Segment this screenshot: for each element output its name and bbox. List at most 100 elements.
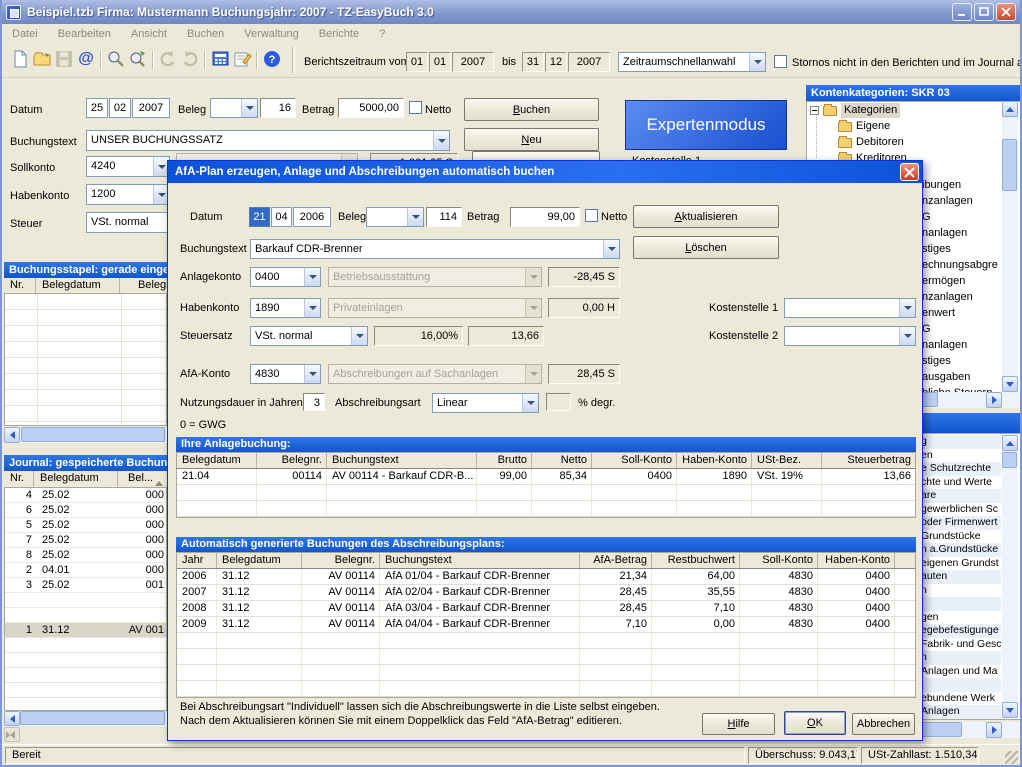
tree-item-eigene[interactable]: Eigene: [838, 119, 890, 134]
stapel-table-body[interactable]: [4, 294, 167, 426]
menu-item[interactable]: Ansicht: [121, 25, 177, 40]
scrollbar-thumb[interactable]: [1002, 139, 1017, 191]
dialog-netto-checkbox[interactable]: [585, 209, 598, 222]
chevron-down-icon[interactable]: [522, 394, 538, 412]
journal-row[interactable]: 725.02000: [5, 533, 166, 548]
scroll-right-icon[interactable]: [986, 722, 1002, 738]
search-settings-icon[interactable]: [128, 49, 148, 69]
tree-item-debitoren[interactable]: Debitoren: [838, 135, 904, 150]
calculator-icon[interactable]: [210, 49, 230, 69]
journal-row[interactable]: [5, 593, 166, 608]
column-belegdatum[interactable]: Belegdatum: [36, 278, 120, 293]
maximize-button[interactable]: [974, 3, 994, 21]
journal-row[interactable]: 425.02000: [5, 488, 166, 503]
afakonto-combo[interactable]: 4830: [250, 364, 321, 384]
period-to-day[interactable]: 31: [522, 52, 544, 72]
plan-row[interactable]: 200731.12AV 00114AfA 02/04 - Barkauf CDR…: [177, 585, 915, 601]
journal-row[interactable]: 825.02000: [5, 548, 166, 563]
column-nr[interactable]: Nr.: [4, 471, 34, 487]
netto-checkbox[interactable]: [409, 101, 422, 114]
datum-year[interactable]: 2007: [132, 98, 170, 118]
stornos-checkbox[interactable]: [774, 55, 787, 68]
period-from-month[interactable]: 01: [429, 52, 451, 72]
loeschen-button[interactable]: Löschen: [633, 236, 779, 259]
menu-item[interactable]: Verwaltung: [234, 25, 308, 40]
dialog-beleg-combo[interactable]: [366, 207, 424, 227]
menu-item[interactable]: ?: [369, 25, 395, 40]
expertenmodus-button[interactable]: Expertenmodus: [625, 100, 787, 150]
tree-collapse-icon[interactable]: [810, 106, 819, 115]
dialog-buchungstext-combo[interactable]: Barkauf CDR-Brenner: [250, 239, 620, 259]
period-to-year[interactable]: 2007: [568, 52, 610, 72]
menu-item[interactable]: Bearbeiten: [48, 25, 121, 40]
chevron-down-icon[interactable]: [351, 327, 367, 345]
scroll-up-icon[interactable]: [1002, 435, 1018, 451]
chevron-down-icon[interactable]: [304, 365, 320, 383]
chevron-down-icon[interactable]: [407, 208, 423, 226]
chevron-down-icon[interactable]: [603, 240, 619, 258]
chevron-down-icon[interactable]: [304, 299, 320, 317]
kostenstelle2-combo[interactable]: [784, 326, 916, 346]
betrag-field[interactable]: 5000,00: [338, 98, 404, 118]
plan-row[interactable]: 200831.12AV 00114AfA 03/04 - Barkauf CDR…: [177, 601, 915, 617]
journal-row[interactable]: [5, 608, 166, 623]
scroll-down-icon[interactable]: [1002, 376, 1018, 392]
plan-row[interactable]: 200931.12AV 00114AfA 04/04 - Barkauf CDR…: [177, 617, 915, 633]
konten2-vscrollbar[interactable]: [1002, 435, 1018, 718]
journal-row[interactable]: 204.01000: [5, 563, 166, 578]
plan-row[interactable]: 200631.12AV 00114AfA 01/04 - Barkauf CDR…: [177, 569, 915, 585]
chevron-down-icon[interactable]: [899, 299, 915, 317]
neu-button[interactable]: Neu: [464, 128, 599, 151]
konten-vscrollbar[interactable]: [1002, 101, 1018, 392]
journal-row[interactable]: 525.02000: [5, 518, 166, 533]
tree-item-kategorien[interactable]: Kategorien: [810, 103, 900, 118]
steuersatz-combo[interactable]: VSt. normal: [250, 326, 368, 346]
period-from-year[interactable]: 2007: [452, 52, 494, 72]
beleg-nr-field[interactable]: 16: [260, 98, 296, 118]
column-belegnr[interactable]: Belegnr.: [120, 278, 167, 293]
edit-note-icon[interactable]: [232, 49, 252, 69]
habenkonto-combo[interactable]: 1200: [86, 184, 170, 205]
chevron-down-icon[interactable]: [304, 268, 320, 286]
column-nr[interactable]: Nr.: [4, 278, 36, 293]
chevron-down-icon[interactable]: [241, 99, 257, 117]
search-icon[interactable]: [106, 49, 126, 69]
scroll-right-icon[interactable]: [986, 392, 1002, 408]
ok-button[interactable]: OK: [784, 711, 846, 735]
period-to-month[interactable]: 12: [545, 52, 567, 72]
quick-select-combo[interactable]: Zeitraumschnellanwahl: [618, 52, 766, 72]
dialog-datum-year[interactable]: 2006: [293, 207, 331, 227]
anlage-row[interactable]: 21.04 00114 AV 00114 - Barkauf CDR-B... …: [177, 469, 915, 485]
scrollbar-thumb[interactable]: [21, 427, 165, 442]
minimize-button[interactable]: [952, 3, 972, 21]
chevron-down-icon[interactable]: [749, 53, 765, 71]
menu-item[interactable]: Buchen: [177, 25, 234, 40]
scroll-down-icon[interactable]: [1002, 702, 1018, 718]
menu-item[interactable]: Datei: [2, 25, 48, 40]
scroll-up-icon[interactable]: [1002, 101, 1018, 117]
scrollbar-thumb[interactable]: [20, 711, 165, 725]
scrollbar-thumb[interactable]: [1002, 452, 1017, 468]
abbrechen-button[interactable]: Abbrechen: [852, 713, 915, 735]
help-icon[interactable]: ?: [262, 49, 282, 69]
dialog-beleg-nr[interactable]: 114: [426, 207, 462, 227]
buchungstext-combo[interactable]: UNSER BUCHUNGSSATZ: [86, 130, 450, 151]
scroll-left-icon[interactable]: [4, 711, 20, 726]
dialog-close-button[interactable]: [900, 163, 919, 181]
close-button[interactable]: [996, 3, 1016, 21]
dialog-datum-month[interactable]: 04: [271, 207, 292, 227]
resize-grip[interactable]: [1005, 751, 1018, 764]
anlagekonto-combo[interactable]: 0400: [250, 267, 321, 287]
datum-day[interactable]: 25: [86, 98, 108, 118]
scroll-left-icon[interactable]: [4, 427, 20, 443]
dialog-datum-day[interactable]: 21: [249, 207, 270, 227]
journal-row[interactable]: 325.02001: [5, 578, 166, 593]
email-at-icon[interactable]: @: [76, 49, 96, 69]
stapel-hscrollbar[interactable]: [4, 427, 167, 443]
journal-hscrollbar[interactable]: [4, 711, 167, 726]
kostenstelle1-combo[interactable]: [784, 298, 916, 318]
beleg-combo[interactable]: [210, 98, 258, 118]
sollkonto-combo[interactable]: 4240: [86, 156, 170, 177]
journal-row-selected[interactable]: 131.12AV 001: [5, 623, 166, 638]
new-document-icon[interactable]: [10, 49, 30, 69]
